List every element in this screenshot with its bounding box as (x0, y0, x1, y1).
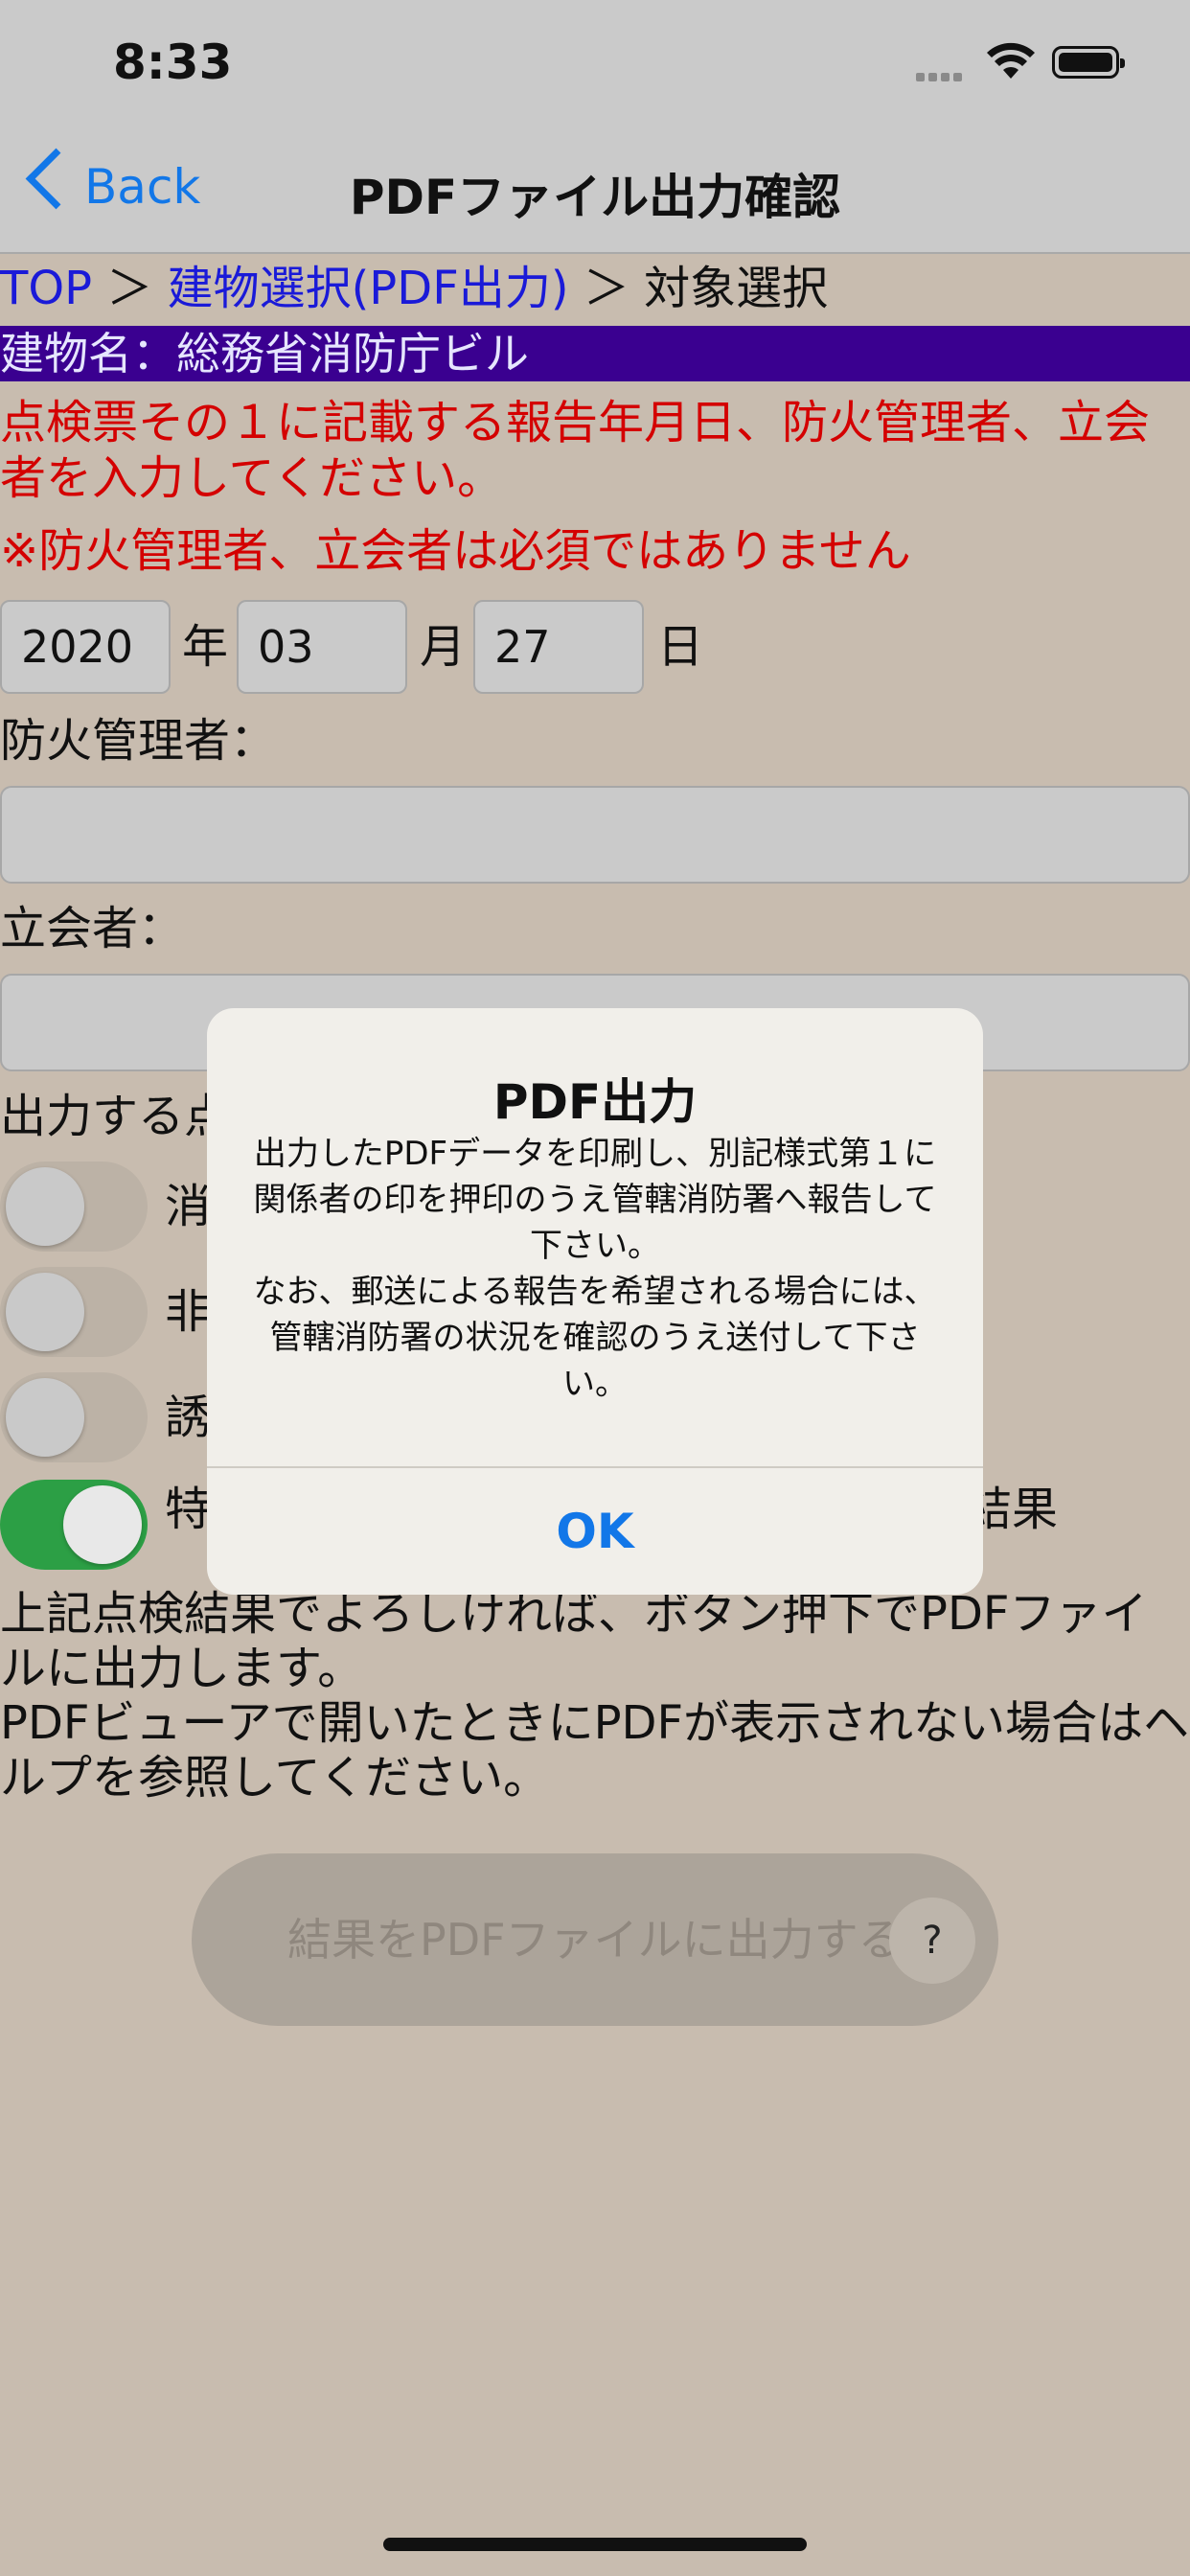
alert-message: 出力したPDFデータを印刷し、別記様式第１に関係者の印を押印のうえ管轄消防署へ報… (251, 1131, 939, 1407)
alert-message-line-2: なお、郵送による報告を希望される場合には、管轄消防署の状況を確認のうえ送付して下… (253, 1273, 937, 1403)
alert-title: PDF出力 (492, 1074, 698, 1130)
alert-ok-button[interactable]: OK (207, 1468, 983, 1595)
home-indicator[interactable] (383, 2538, 807, 2551)
alert-message-line-1: 出力したPDFデータを印刷し、別記様式第１に関係者の印を押印のうえ管轄消防署へ報… (253, 1135, 937, 1265)
